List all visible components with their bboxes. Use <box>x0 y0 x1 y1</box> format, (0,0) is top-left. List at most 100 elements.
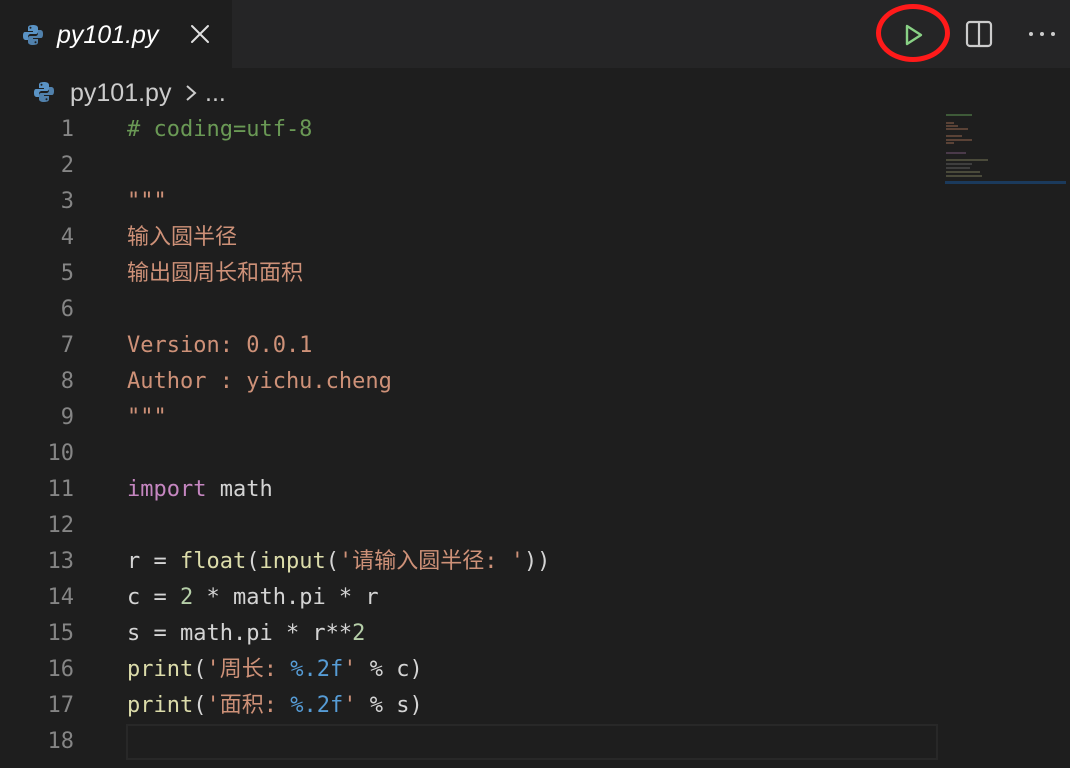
code-identifier: s = math.pi * r** <box>127 621 353 646</box>
minimap[interactable] <box>945 112 1070 184</box>
line-number: 6 <box>60 297 74 322</box>
line-number: 7 <box>60 333 74 358</box>
code-line: 2 <box>0 148 945 184</box>
line-number: 9 <box>60 405 74 430</box>
code-line: 8 Author : yichu.cheng <box>0 364 945 400</box>
breadcrumb-more[interactable]: ... <box>205 77 226 109</box>
code-line: 6 <box>0 292 945 328</box>
code-text: r = float(input('请输入圆半径: ')) <box>127 544 550 580</box>
minimap-line <box>946 125 958 127</box>
close-icon[interactable] <box>188 22 212 46</box>
code-punct: )) <box>523 549 551 574</box>
line-number: 12 <box>47 513 75 538</box>
code-docstring: """ <box>127 405 167 430</box>
line-number: 13 <box>47 549 75 574</box>
code-punct: ( <box>246 549 260 574</box>
code-identifier: math <box>206 477 273 502</box>
chevron-right-icon <box>186 85 197 101</box>
minimap-viewport[interactable] <box>945 181 1066 184</box>
tab-label: py101.py <box>57 21 159 49</box>
line-number: 5 <box>60 261 74 286</box>
python-icon <box>34 82 54 102</box>
code-identifier: % s) <box>356 693 423 718</box>
code-text: import math <box>127 472 273 508</box>
code-docstring: 输入圆半径 <box>127 225 238 250</box>
code-text: c = 2 * math.pi * r <box>127 580 379 616</box>
code-string: ' <box>343 657 357 682</box>
breadcrumb: py101.py ... <box>0 72 1070 112</box>
code-line: 4 输入圆半径 <box>0 220 945 256</box>
minimap-line <box>946 171 980 173</box>
code-docstring: Author : yichu.cheng <box>127 369 392 394</box>
code-line: 16 print('周长: %.2f' % c) <box>0 652 945 688</box>
minimap-line <box>946 175 982 177</box>
code-line: 18 <box>0 724 945 760</box>
code-line: 14 c = 2 * math.pi * r <box>0 580 945 616</box>
run-button-highlight <box>876 4 950 62</box>
minimap-line <box>946 167 970 169</box>
code-punct: ( <box>193 693 207 718</box>
code-line: 9 """ <box>0 400 945 436</box>
minimap-line <box>946 163 972 165</box>
minimap-line <box>946 128 968 130</box>
code-line: 15 s = math.pi * r**2 <box>0 616 945 652</box>
code-keyword: import <box>127 477 207 502</box>
code-number: 2 <box>352 621 366 646</box>
code-line: 13 r = float(input('请输入圆半径: ')) <box>0 544 945 580</box>
minimap-line <box>946 152 966 154</box>
line-number: 15 <box>47 621 75 646</box>
code-string: ' <box>343 693 357 718</box>
more-actions-icon[interactable] <box>1026 24 1058 44</box>
line-number: 16 <box>47 657 75 682</box>
python-icon <box>23 25 43 45</box>
code-punct: ( <box>325 549 339 574</box>
code-line: 12 <box>0 508 945 544</box>
line-number: 11 <box>47 477 75 502</box>
line-number: 1 <box>60 117 74 142</box>
code-identifier: % c) <box>356 657 423 682</box>
line-number: 3 <box>60 189 74 214</box>
line-number: 18 <box>47 729 75 754</box>
split-editor-icon[interactable] <box>964 20 994 48</box>
code-format-spec: %.2f <box>290 693 344 718</box>
minimap-line <box>946 135 962 137</box>
code-docstring: """ <box>127 189 167 214</box>
line-number: 8 <box>60 369 74 394</box>
code-line: 3 """ <box>0 184 945 220</box>
line-number: 17 <box>47 693 75 718</box>
code-identifier: c = <box>127 585 180 610</box>
tab-py101[interactable]: py101.py <box>0 0 232 68</box>
code-identifier: * math.pi * r <box>193 585 379 610</box>
line-number: 4 <box>60 225 74 250</box>
editor-tab-bar: py101.py <box>0 0 1070 68</box>
minimap-line <box>946 159 988 161</box>
code-function: input <box>259 549 326 574</box>
code-docstring: 输出圆周长和面积 <box>127 261 304 286</box>
code-function: print <box>127 657 194 682</box>
code-number: 2 <box>179 585 194 610</box>
minimap-line <box>946 142 954 144</box>
code-comment: # coding=utf-8 <box>127 117 313 142</box>
code-line: 7 Version: 0.0.1 <box>0 328 945 364</box>
code-format-spec: %.2f <box>290 657 344 682</box>
code-editor[interactable]: 1 # coding=utf-8 2 3 """ 4 输入圆半径 5 输出圆周长… <box>0 112 945 768</box>
code-identifier: r = <box>127 549 180 574</box>
code-text: print('周长: %.2f' % c) <box>127 652 423 688</box>
code-line: 1 # coding=utf-8 <box>0 112 945 148</box>
code-string: '周长: <box>206 657 291 682</box>
breadcrumb-file[interactable]: py101.py <box>70 77 171 109</box>
code-punct: ( <box>193 657 207 682</box>
minimap-line <box>946 114 972 116</box>
line-number: 14 <box>47 585 75 610</box>
code-function: float <box>179 549 247 574</box>
code-line: 11 import math <box>0 472 945 508</box>
code-string: '请输入圆半径: ' <box>338 549 524 574</box>
line-number: 2 <box>60 153 74 178</box>
code-line: 5 输出圆周长和面积 <box>0 256 945 292</box>
minimap-line <box>946 139 972 141</box>
code-text: s = math.pi * r**2 <box>127 616 365 652</box>
code-text: print('面积: %.2f' % s) <box>127 688 423 724</box>
code-function: print <box>127 693 194 718</box>
code-string: '面积: <box>206 693 291 718</box>
code-docstring: Version: 0.0.1 <box>127 333 313 358</box>
